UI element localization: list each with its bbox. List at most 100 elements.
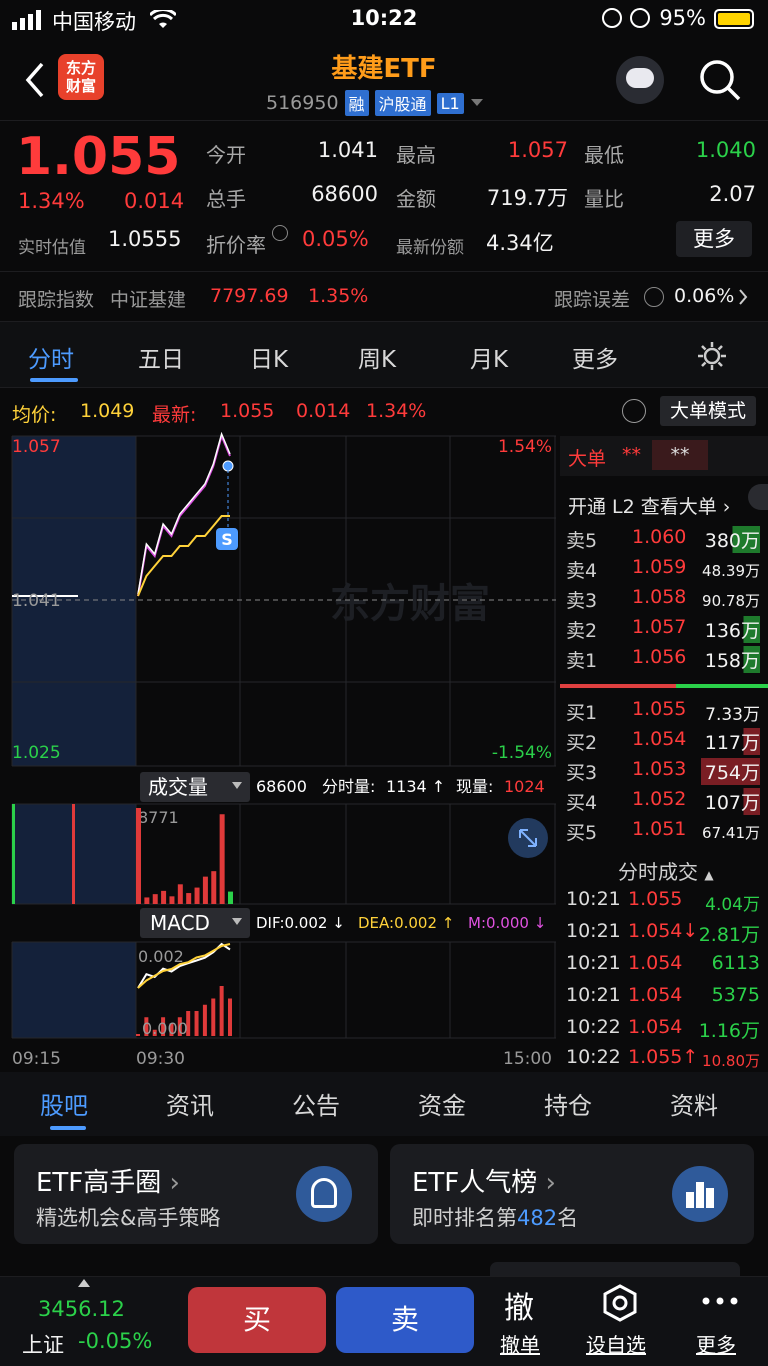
orientation-lock-icon — [602, 8, 622, 28]
index-value[interactable]: 3456.12 — [38, 1297, 125, 1321]
low-label: 最低 — [584, 143, 624, 167]
etf-popularity-card[interactable]: ETF人气榜 › 即时排名第482名 — [390, 1144, 754, 1244]
tab-forum[interactable]: 股吧 — [40, 1086, 88, 1121]
ask-row[interactable]: 卖4 1.059 48.39万 — [560, 556, 768, 586]
tab-daily-k[interactable]: 日K — [250, 340, 288, 374]
active-tab-indicator — [50, 1126, 86, 1130]
security-code: 516950 — [266, 92, 339, 114]
tab-announcements[interactable]: 公告 — [292, 1086, 340, 1121]
price-axis-top: 1.057 — [12, 437, 61, 457]
tick-row: 10:21 1.054↓ 2.81万 — [566, 920, 760, 946]
volume-bar — [219, 814, 225, 904]
low-value: 1.040 — [695, 138, 756, 162]
add-watchlist-button[interactable]: 设自选 — [586, 1329, 646, 1358]
action-bar: 3456.12 上证 -0.05% 买 卖 撤 撤单 设自选 更多 — [0, 1276, 768, 1366]
l2-upgrade-link[interactable]: 开通 L2 查看大单 › — [560, 492, 768, 519]
info-icon[interactable] — [272, 225, 288, 241]
tab-profile[interactable]: 资料 — [670, 1086, 718, 1121]
latest-change: 0.014 — [296, 400, 351, 422]
tab-monthly-k[interactable]: 月K — [470, 340, 508, 374]
chevron-down-icon[interactable] — [470, 98, 484, 108]
caret-up-icon[interactable] — [78, 1279, 90, 1287]
index-pct[interactable]: -0.05% — [78, 1329, 152, 1353]
bid-row[interactable]: 买5 1.051 67.41万 — [560, 818, 768, 848]
volume-bar — [202, 876, 208, 904]
tick-trades-header[interactable]: 分时成交 ▲ — [618, 856, 714, 885]
big-order-header: 大单 ** ** — [560, 436, 768, 476]
volume-label: 总手 — [206, 187, 246, 211]
watermark: 东方财富 — [330, 581, 490, 627]
search-icon[interactable] — [698, 58, 742, 102]
tab-holdings[interactable]: 持仓 — [544, 1086, 592, 1121]
cancel-order-icon[interactable]: 撤 — [504, 1283, 534, 1327]
tick-row: 10:21 1.054 6113 — [566, 952, 760, 974]
level-tag: L1 — [436, 92, 464, 114]
track-index-name[interactable]: 中证基建 — [110, 285, 186, 312]
change-percent: 1.34% — [18, 189, 85, 213]
open-label: 今开 — [206, 143, 246, 167]
big-order-label: 大单 — [568, 448, 607, 470]
macd-selector-label: MACD — [150, 911, 210, 935]
tab-more[interactable]: 更多 — [572, 340, 618, 374]
shares-label: 最新份额 — [396, 238, 464, 258]
index-name[interactable]: 上证 — [22, 1329, 64, 1359]
divider — [0, 271, 768, 272]
big-order-mode-button[interactable]: 大单模式 — [660, 396, 756, 426]
card-subtitle: 即时排名第482名 — [412, 1206, 579, 1230]
volume-value: 68600 — [311, 182, 378, 206]
card-peek — [490, 1262, 740, 1276]
status-bar: 中国移动 10:22 95% — [0, 0, 768, 40]
buy-button[interactable]: 买 — [188, 1287, 326, 1353]
time-axis-close: 15:00 — [503, 1049, 552, 1069]
collapse-panel-handle[interactable] — [748, 484, 768, 510]
volume-bar — [194, 887, 200, 904]
help-icon[interactable] — [644, 287, 664, 307]
track-error-value[interactable]: 0.06% — [674, 285, 734, 307]
amount-value: 719.7万 — [486, 186, 568, 210]
more-dots-icon[interactable] — [702, 1297, 738, 1305]
bid-row[interactable]: 买3 1.053 754万 — [560, 758, 768, 788]
track-index-value: 7797.69 — [210, 285, 289, 307]
tab-funds[interactable]: 资金 — [418, 1086, 466, 1121]
ask-row[interactable]: 卖3 1.058 90.78万 — [560, 586, 768, 616]
cancel-order-button[interactable]: 撤单 — [500, 1329, 540, 1358]
ask-row[interactable]: 卖2 1.057 136万 — [560, 616, 768, 646]
minute-volume-value: 1134 ↑ — [386, 777, 445, 796]
price-line — [137, 432, 231, 597]
time-axis-start: 09:15 — [12, 1049, 61, 1069]
group-icon — [296, 1166, 352, 1222]
robot-assistant-icon[interactable] — [616, 56, 664, 104]
more-quote-button[interactable]: 更多 — [676, 221, 752, 257]
high-value: 1.057 — [507, 138, 568, 162]
tab-news[interactable]: 资讯 — [166, 1086, 214, 1121]
quote-panel: 1.055 1.34% 0.014 今开 1.041 最高 1.057 最低 1… — [0, 120, 768, 322]
macd-bar — [136, 1034, 140, 1036]
chevron-right-icon[interactable] — [738, 289, 748, 305]
macd-bar — [219, 986, 224, 1036]
latest-pct: 1.34% — [366, 400, 427, 422]
intraday-chart[interactable]: 东方财富 1.057 1.041 1.025 1.54% -1.54% S 成交… — [0, 432, 556, 1072]
tab-intraday[interactable]: 分时 — [28, 340, 74, 374]
card-subtitle: 精选机会&高手策略 — [36, 1206, 221, 1230]
etf-expert-circle-card[interactable]: ETF高手圈 › 精选机会&高手策略 — [14, 1144, 378, 1244]
avg-value: 1.049 — [80, 400, 135, 422]
volume-ratio-value: 2.07 — [709, 182, 756, 206]
more-actions-button[interactable]: 更多 — [696, 1329, 736, 1358]
add-watchlist-icon[interactable] — [600, 1283, 640, 1323]
bid-row[interactable]: 买1 1.055 7.33万 — [560, 698, 768, 728]
connect-tag: 沪股通 — [374, 90, 431, 116]
ask-row[interactable]: 卖5 1.060 380万 — [560, 526, 768, 556]
tab-five-day[interactable]: 五日 — [138, 340, 184, 374]
tab-weekly-k[interactable]: 周K — [358, 340, 396, 374]
chart-help-icon[interactable] — [622, 399, 646, 423]
bid-row[interactable]: 买2 1.054 117万 — [560, 728, 768, 758]
track-index-label: 跟踪指数 — [18, 289, 95, 311]
current-price: 1.055 — [16, 127, 181, 187]
bid-row[interactable]: 买4 1.052 107万 — [560, 788, 768, 818]
period-tabs: 分时 五日 日K 周K 月K 更多 — [0, 322, 768, 388]
ranking-icon — [672, 1166, 728, 1222]
card-title: ETF高手圈 › — [36, 1168, 180, 1198]
ask-row[interactable]: 卖1 1.056 158万 — [560, 646, 768, 676]
sell-button[interactable]: 卖 — [336, 1287, 474, 1353]
settings-icon[interactable] — [696, 340, 728, 372]
